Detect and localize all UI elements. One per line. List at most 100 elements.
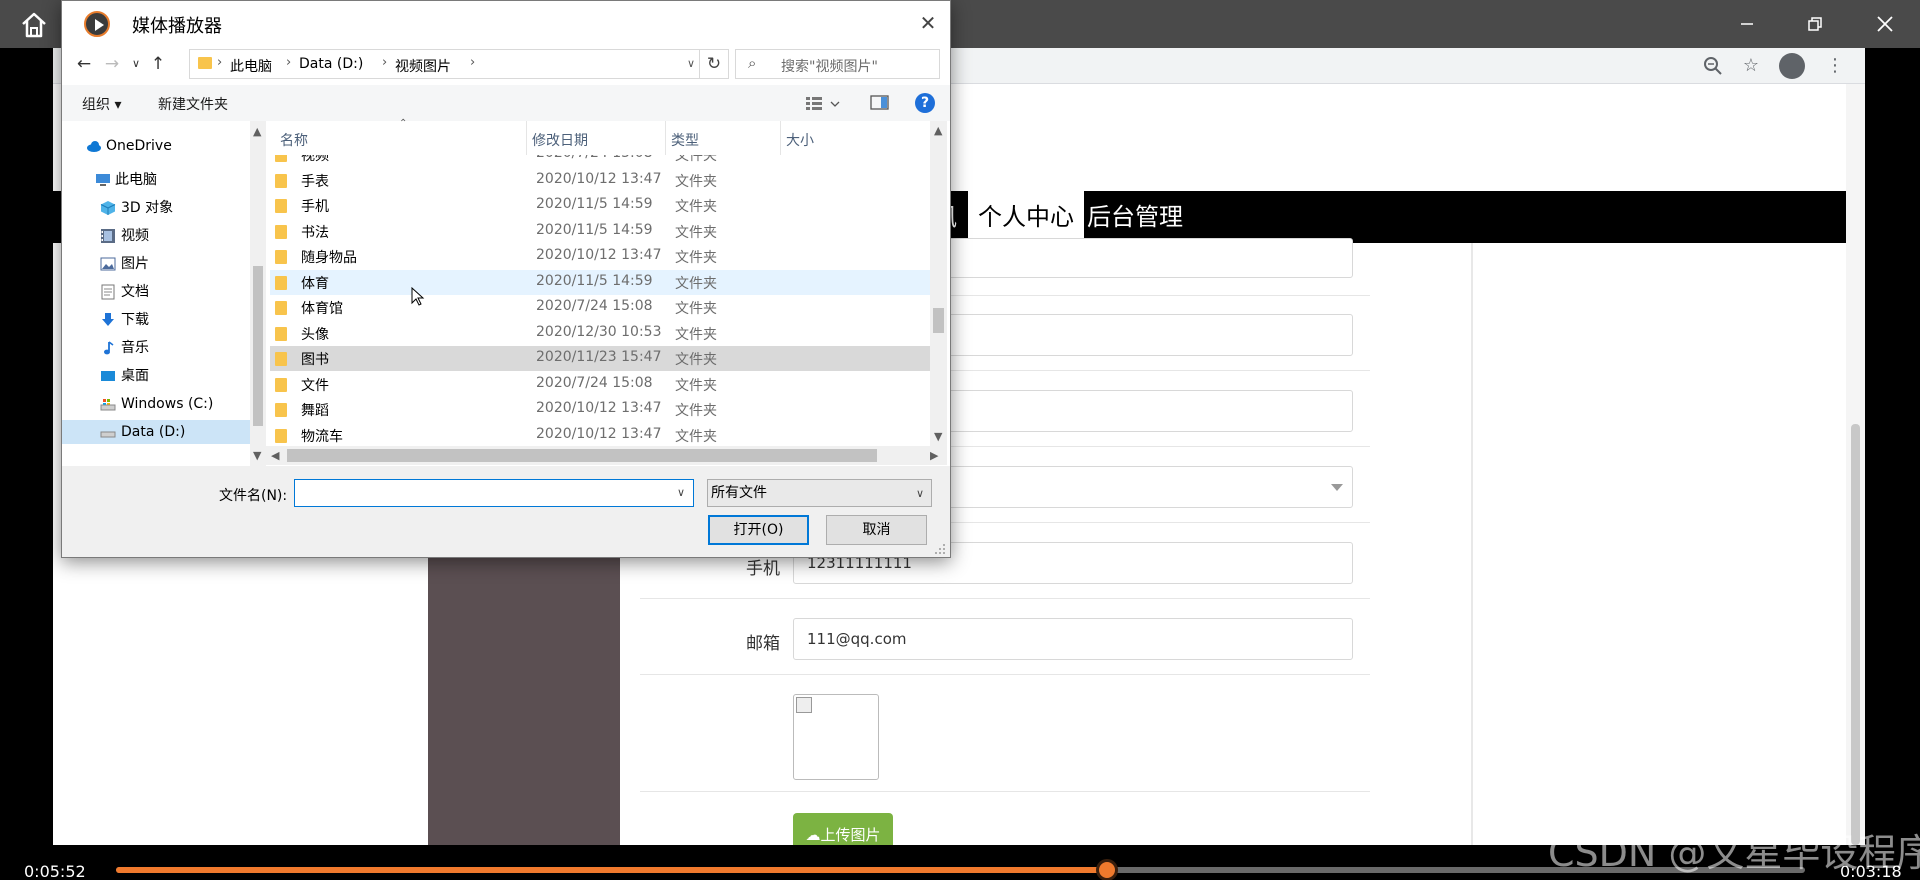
address-dropdown-icon[interactable]: ∨ bbox=[687, 57, 695, 70]
restore-button[interactable] bbox=[1792, 0, 1838, 48]
more-menu-icon[interactable]: ⋮ bbox=[1825, 56, 1845, 76]
scroll-down-icon[interactable]: ▼ bbox=[253, 449, 261, 462]
preview-pane-icon[interactable] bbox=[870, 94, 890, 112]
dialog-title: 媒体播放器 bbox=[132, 16, 222, 37]
file-type-filter-value: 所有文件 bbox=[711, 485, 767, 501]
breadcrumb-video-pictures[interactable]: 视频图片 bbox=[395, 56, 451, 76]
file-list-item[interactable]: 图书 2020/11/23 15:47 文件夹 bbox=[270, 346, 930, 371]
file-list-item[interactable]: 物流车 2020/10/12 13:47 文件夹 bbox=[270, 423, 930, 447]
file-type: 文件夹 bbox=[675, 403, 717, 419]
file-list-item[interactable]: 头像 2020/12/30 10:53 文件夹 bbox=[270, 321, 930, 346]
scroll-up-icon[interactable]: ▲ bbox=[934, 124, 942, 137]
file-type-filter[interactable]: 所有文件 ∨ bbox=[707, 479, 932, 507]
upload-image-button[interactable]: ☁上传图片 bbox=[793, 813, 893, 845]
organize-button[interactable]: 组织 ▾ bbox=[82, 94, 121, 114]
scroll-down-icon[interactable]: ▼ bbox=[934, 430, 942, 443]
recent-locations-chevron-icon[interactable]: ∨ bbox=[124, 51, 148, 77]
resize-grip-icon[interactable] bbox=[934, 543, 946, 555]
file-list-item[interactable]: 手表 2020/10/12 13:47 文件夹 bbox=[270, 168, 930, 193]
zoom-icon[interactable] bbox=[1703, 56, 1723, 76]
view-options-icon[interactable] bbox=[805, 94, 840, 112]
file-list-hscroll[interactable]: ◀ ▶ bbox=[266, 446, 947, 465]
page-scrollbar[interactable] bbox=[1846, 84, 1865, 845]
navigation-scrollbar[interactable]: ▲ ▼ bbox=[250, 121, 266, 466]
video-icon bbox=[100, 228, 116, 244]
navigation-scrollbar-thumb[interactable] bbox=[253, 266, 263, 426]
tree-item-this-pc[interactable]: 此电脑 bbox=[95, 168, 245, 192]
file-type: 文件夹 bbox=[675, 377, 717, 394]
page-scrollbar-thumb[interactable] bbox=[1851, 424, 1860, 845]
file-list-item[interactable]: 视频 2020/7/24 15:08 文件夹 bbox=[270, 155, 930, 167]
scroll-right-icon[interactable]: ▶ bbox=[930, 449, 938, 462]
tree-item-downloads[interactable]: 下载 bbox=[100, 308, 250, 332]
file-list: ⌃ 名称 修改日期 类型 大小 视频2020/7/24 15:08文件夹手表20… bbox=[266, 118, 950, 466]
minimize-button[interactable] bbox=[1724, 0, 1770, 48]
home-icon[interactable] bbox=[18, 10, 50, 40]
column-header-date[interactable]: 修改日期 bbox=[532, 130, 588, 150]
breadcrumb-this-pc[interactable]: 此电脑 bbox=[230, 56, 272, 76]
file-modified-date: 2020/10/12 13:47 bbox=[536, 247, 662, 263]
document-icon bbox=[100, 284, 116, 300]
tree-item-pictures[interactable]: 图片 bbox=[100, 252, 250, 276]
refresh-icon[interactable]: ↻ bbox=[699, 49, 729, 79]
scroll-left-icon[interactable]: ◀ bbox=[271, 449, 279, 462]
file-list-vscroll[interactable]: ▲ ▼ bbox=[930, 121, 947, 446]
column-divider[interactable] bbox=[665, 121, 666, 155]
file-list-item[interactable]: 手机 2020/11/5 14:59 文件夹 bbox=[270, 193, 930, 218]
cancel-button[interactable]: 取消 bbox=[826, 515, 927, 545]
file-list-item[interactable]: 舞蹈 2020/10/12 13:47 文件夹 bbox=[270, 397, 930, 422]
close-button[interactable] bbox=[1862, 0, 1908, 48]
profile-avatar-icon[interactable] bbox=[1779, 53, 1805, 79]
file-list-vscroll-thumb[interactable] bbox=[933, 308, 944, 333]
tree-label: Windows (C:) bbox=[121, 396, 214, 412]
email-input[interactable]: 111@qq.com bbox=[793, 618, 1353, 660]
column-header-size[interactable]: 大小 bbox=[786, 130, 814, 150]
up-arrow-icon[interactable]: ↑ bbox=[146, 51, 170, 77]
tree-item-data-d[interactable]: Data (D:) bbox=[62, 420, 250, 444]
tree-item-music[interactable]: 音乐 bbox=[100, 336, 250, 360]
file-type: 文件夹 bbox=[675, 155, 717, 164]
file-list-item[interactable]: 体育 2020/11/5 14:59 文件夹 bbox=[270, 269, 930, 295]
column-header-type[interactable]: 类型 bbox=[671, 130, 699, 150]
email-label: 邮箱 bbox=[746, 634, 780, 654]
tree-item-onedrive[interactable]: OneDrive bbox=[86, 134, 246, 158]
open-button[interactable]: 打开(O) bbox=[708, 515, 809, 545]
new-folder-button[interactable]: 新建文件夹 bbox=[158, 94, 228, 114]
scroll-up-icon[interactable]: ▲ bbox=[253, 125, 261, 138]
nav-item-personal-center[interactable]: 个人中心 bbox=[968, 191, 1084, 243]
music-icon bbox=[100, 340, 116, 356]
file-list-item[interactable]: 文件 2020/7/24 15:08 文件夹 bbox=[270, 372, 930, 397]
column-divider[interactable] bbox=[780, 121, 781, 155]
dialog-close-button[interactable]: ✕ bbox=[912, 7, 944, 39]
tree-item-3d-objects[interactable]: 3D 对象 bbox=[100, 196, 250, 220]
search-placeholder: 搜索"视频图片" bbox=[781, 59, 878, 75]
help-icon[interactable]: ? bbox=[915, 93, 935, 113]
filename-input[interactable]: ∨ bbox=[294, 479, 694, 507]
filename-label: 文件名(N): bbox=[219, 488, 288, 504]
breadcrumb-data-drive[interactable]: Data (D:) bbox=[299, 56, 363, 72]
file-list-item[interactable]: 体育馆 2020/7/24 15:08 文件夹 bbox=[270, 295, 930, 320]
forward-arrow-icon[interactable]: → bbox=[100, 51, 124, 77]
tree-item-windows-c[interactable]: Windows (C:) bbox=[100, 392, 250, 416]
chevron-down-icon[interactable]: ∨ bbox=[677, 486, 685, 499]
file-list-item[interactable]: 随身物品 2020/10/12 13:47 文件夹 bbox=[270, 244, 930, 269]
address-bar[interactable]: › 此电脑 › Data (D:) › 视频图片 › ∨ bbox=[189, 49, 709, 79]
tree-item-videos[interactable]: 视频 bbox=[100, 224, 250, 248]
folder-icon bbox=[275, 352, 287, 366]
column-divider[interactable] bbox=[526, 121, 527, 155]
folder-icon bbox=[275, 275, 287, 290]
download-icon bbox=[100, 312, 116, 328]
nav-item-admin[interactable]: 后台管理 bbox=[1077, 191, 1193, 243]
folder-icon bbox=[275, 428, 287, 443]
file-type: 文件夹 bbox=[675, 326, 717, 343]
seek-bar-thumb[interactable] bbox=[1096, 859, 1119, 880]
file-list-hscroll-thumb[interactable] bbox=[287, 449, 877, 462]
search-field[interactable]: ⌕ 搜索"视频图片" bbox=[735, 49, 940, 79]
back-arrow-icon[interactable]: ← bbox=[72, 51, 96, 77]
file-list-item[interactable]: 书法 2020/11/5 14:59 文件夹 bbox=[270, 219, 930, 244]
chevron-right-icon: › bbox=[382, 55, 388, 70]
column-header-name[interactable]: 名称 bbox=[280, 130, 308, 150]
tree-item-desktop[interactable]: 桌面 bbox=[100, 364, 250, 388]
tree-item-documents[interactable]: 文档 bbox=[100, 280, 250, 304]
bookmark-star-icon[interactable]: ☆ bbox=[1741, 56, 1761, 76]
